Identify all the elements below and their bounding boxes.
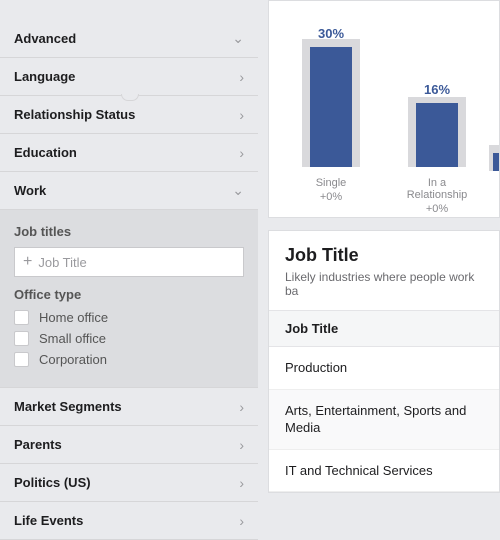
chevron-right-icon: ›	[239, 475, 244, 491]
checkbox-box[interactable]	[14, 310, 29, 325]
sidebar-item-label: Market Segments	[14, 399, 122, 414]
x-label: In a Relationship +0%	[397, 177, 477, 215]
chevron-right-icon: ›	[239, 145, 244, 161]
sidebar-item-label: Language	[14, 69, 75, 84]
chevron-right-icon: ›	[239, 399, 244, 415]
table-row[interactable]: Production	[269, 347, 499, 390]
sidebar-item-work[interactable]: Work ⌄	[0, 172, 258, 210]
plus-icon: +	[23, 253, 32, 271]
checkbox-home-office[interactable]: Home office	[14, 310, 244, 325]
table-row[interactable]: Arts, Entertainment, Sports and Media	[269, 390, 499, 450]
bar-primary	[310, 47, 352, 167]
sidebar-item-relationship[interactable]: Relationship Status ›	[0, 96, 258, 134]
table-row[interactable]: IT and Technical Services	[269, 450, 499, 493]
office-type-header: Office type	[14, 287, 244, 302]
checkbox-box[interactable]	[14, 331, 29, 346]
job-title-input-wrap[interactable]: +	[14, 247, 244, 277]
sidebar-item-education[interactable]: Education ›	[0, 134, 258, 172]
job-titles-header: Job titles	[14, 224, 244, 239]
bar-single: 30%	[291, 26, 371, 167]
sidebar-item-parents[interactable]: Parents ›	[0, 426, 258, 464]
sidebar-item-label: Education	[14, 145, 77, 160]
sidebar-item-market-segments[interactable]: Market Segments ›	[0, 388, 258, 426]
chevron-down-icon: ⌄	[232, 182, 244, 199]
sidebar-item-language[interactable]: Language ›	[0, 58, 258, 96]
sidebar-item-politics[interactable]: Politics (US) ›	[0, 464, 258, 502]
sidebar-item-label: Advanced	[14, 31, 76, 46]
sidebar-item-label: Politics (US)	[14, 475, 91, 490]
card-header: Job Title Likely industries where people…	[269, 231, 499, 310]
sidebar-item-label: Relationship Status	[14, 107, 135, 122]
bar-primary	[416, 103, 458, 167]
work-panel: Job titles + Office type Home office Sma…	[0, 210, 258, 388]
chart-x-labels: Single +0% In a Relationship +0%	[281, 177, 487, 215]
sidebar-item-label: Life Events	[14, 513, 83, 528]
chevron-right-icon: ›	[239, 513, 244, 529]
sidebar-item-advanced[interactable]: Advanced ⌄	[0, 20, 258, 58]
checkbox-label: Home office	[39, 310, 108, 325]
relationship-chart: 30% 16% Single +0% In a Relationship	[268, 0, 500, 218]
chart-area: 30% 16%	[281, 17, 487, 167]
sidebar-item-label: Parents	[14, 437, 62, 452]
table-column-header[interactable]: Job Title	[269, 310, 499, 347]
card-title: Job Title	[285, 245, 483, 266]
sidebar-item-label: Work	[14, 183, 46, 198]
checkbox-corporation[interactable]: Corporation	[14, 352, 244, 367]
checkbox-label: Corporation	[39, 352, 107, 367]
chevron-down-icon: ⌄	[232, 30, 244, 47]
bar-relationship: 16%	[397, 82, 477, 167]
x-label: Single +0%	[291, 177, 371, 215]
checkbox-small-office[interactable]: Small office	[14, 331, 244, 346]
main-content: 30% 16% Single +0% In a Relationship	[268, 0, 500, 500]
job-title-card: Job Title Likely industries where people…	[268, 230, 500, 493]
checkbox-box[interactable]	[14, 352, 29, 367]
sidebar-item-life-events[interactable]: Life Events ›	[0, 502, 258, 540]
checkbox-label: Small office	[39, 331, 106, 346]
card-subtitle: Likely industries where people work ba	[285, 270, 483, 298]
sidebar: Advanced ⌄ Language › Relationship Statu…	[0, 0, 258, 540]
job-title-input[interactable]	[38, 255, 235, 270]
chevron-right-icon: ›	[239, 107, 244, 123]
chevron-right-icon: ›	[239, 437, 244, 453]
chevron-right-icon: ›	[239, 69, 244, 85]
bar-value-label: 16%	[424, 82, 450, 97]
